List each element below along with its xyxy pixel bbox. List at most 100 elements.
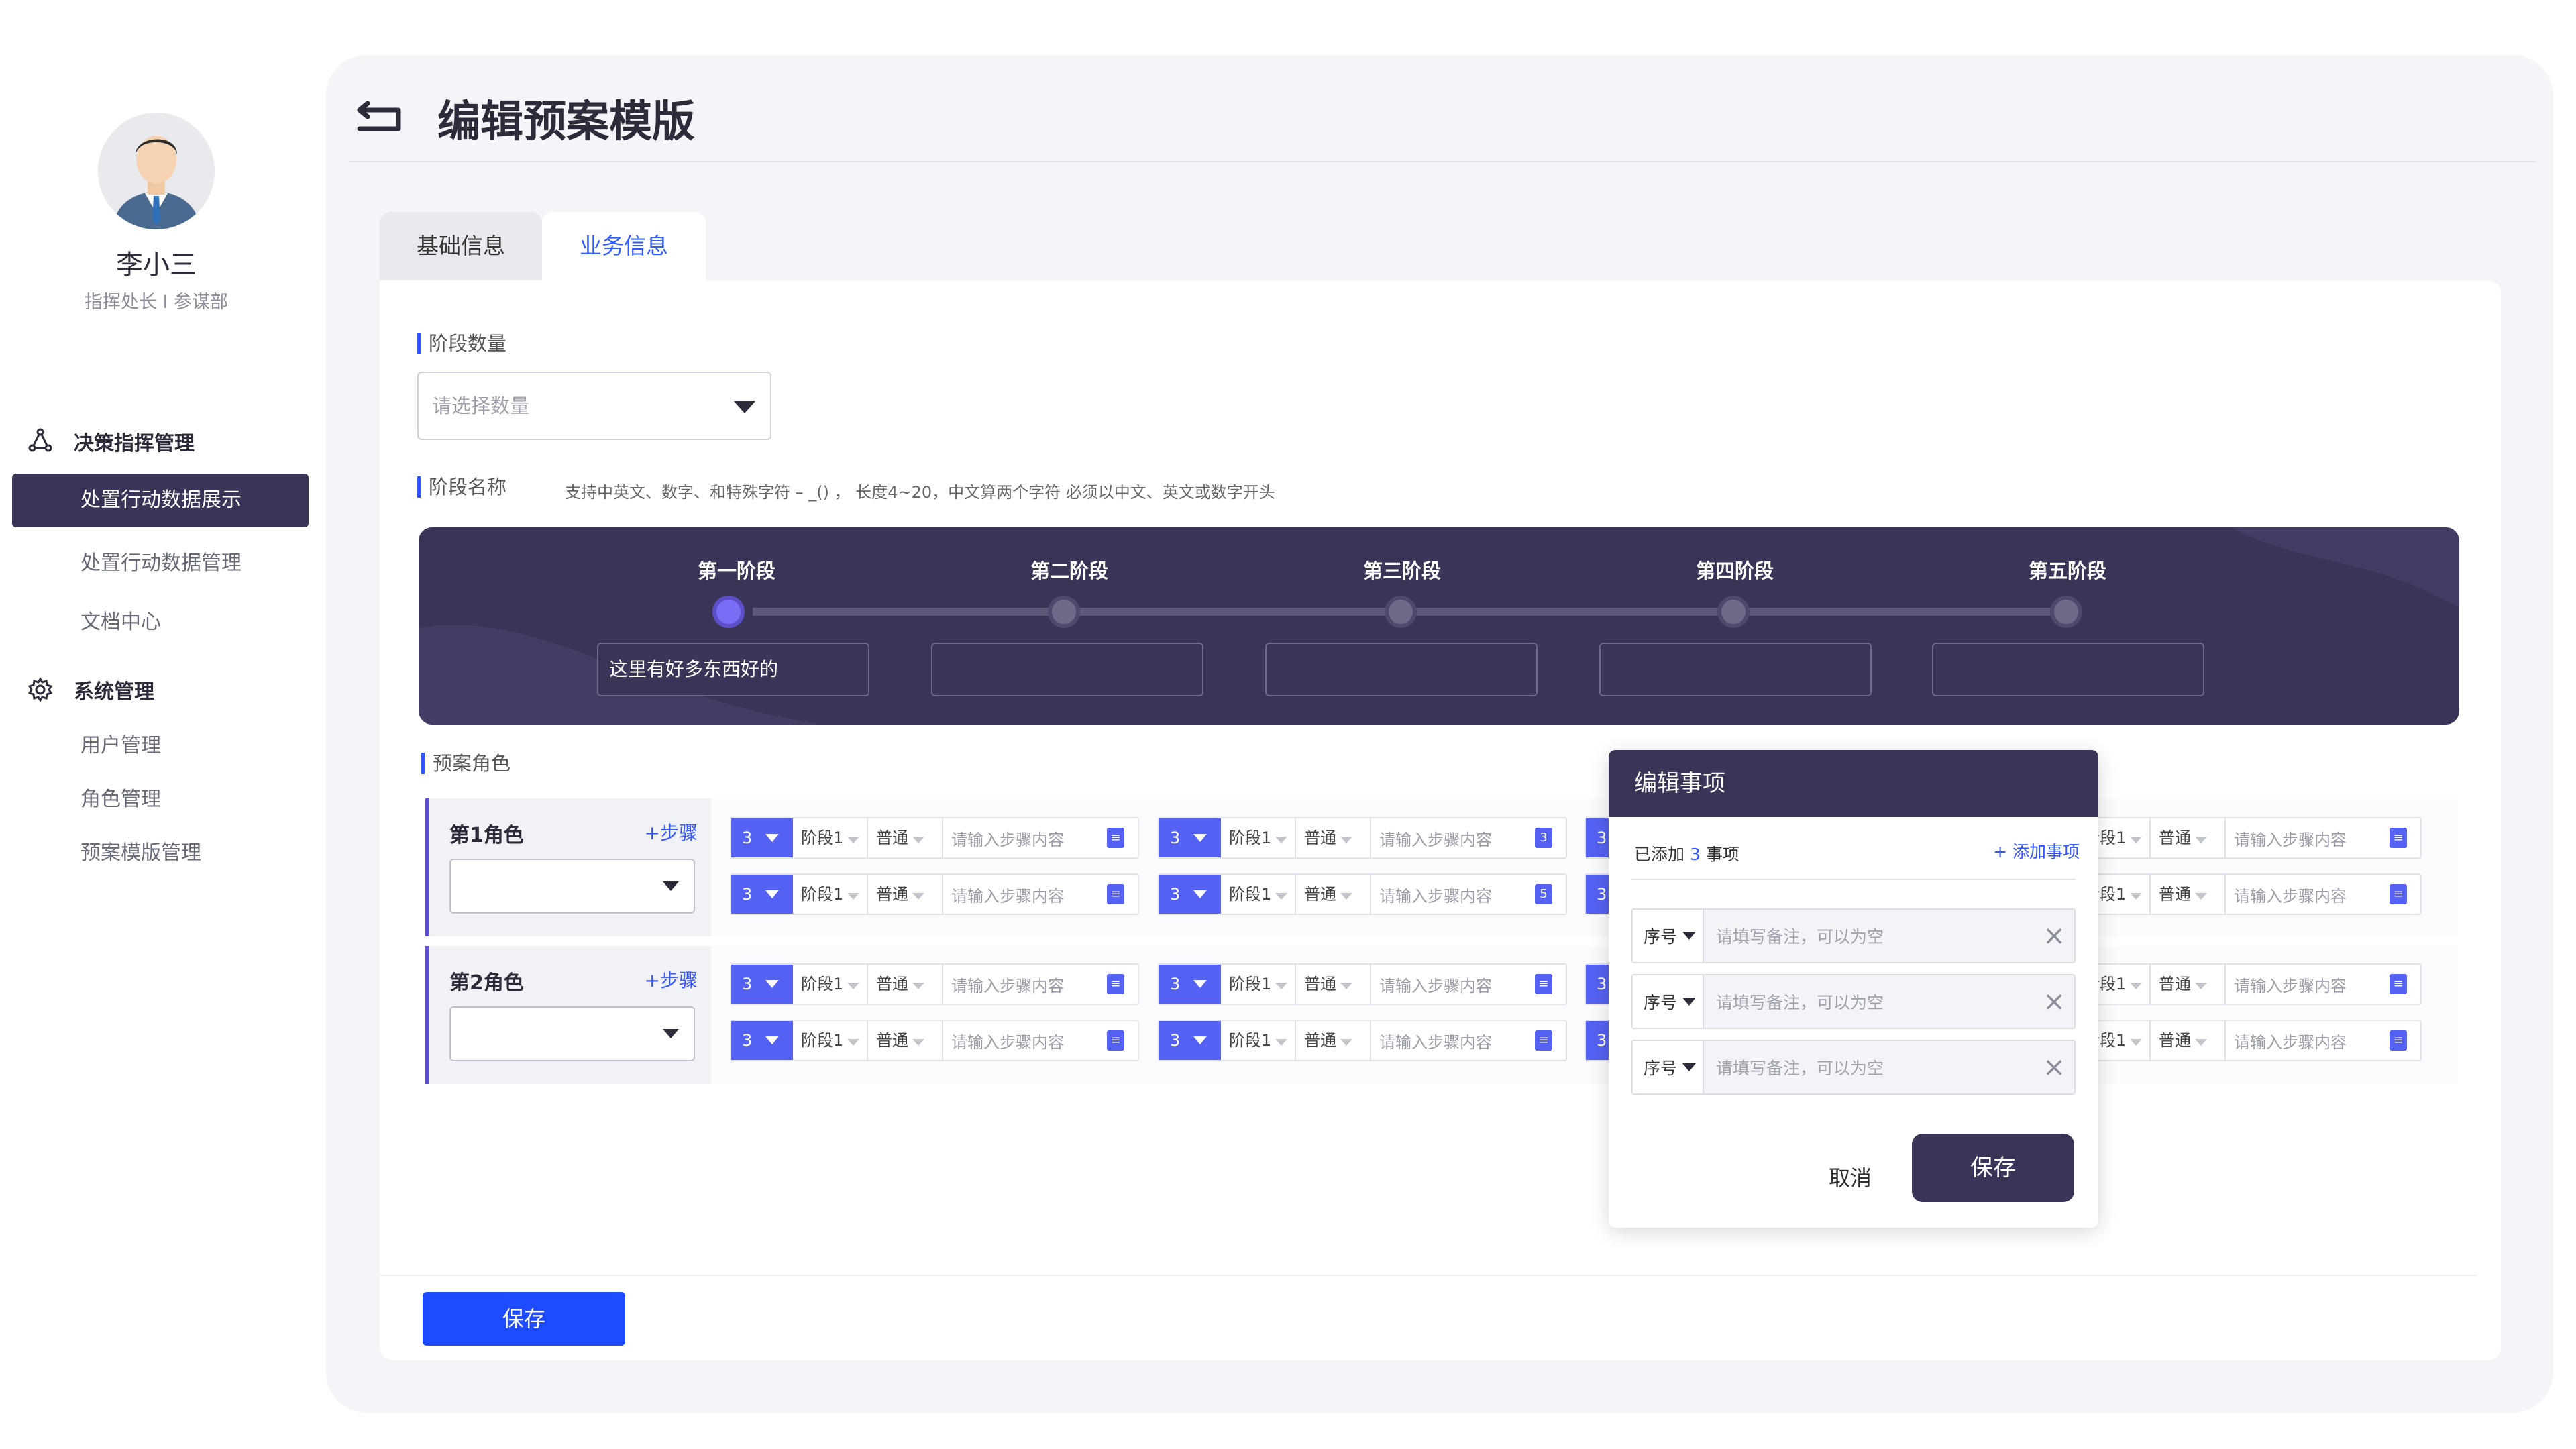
step-stage-select[interactable]: 阶段1 (1221, 875, 1296, 914)
sequence-select[interactable]: 序号 (1633, 975, 1704, 1028)
stage-dot[interactable] (1717, 596, 1750, 628)
nav-item-action-data-display[interactable]: 处置行动数据展示 (12, 474, 309, 527)
nav-item-action-data-manage[interactable]: 处置行动数据管理 (80, 546, 241, 576)
role-select[interactable] (449, 1006, 695, 1061)
document-icon[interactable]: ≡ (2390, 1030, 2407, 1051)
document-icon[interactable]: ≡ (1107, 828, 1124, 848)
step-content-input[interactable]: 请输入步骤内容 (1371, 883, 1535, 906)
document-icon[interactable]: ≡ (2390, 974, 2407, 994)
nav-item-doc-center[interactable]: 文档中心 (80, 605, 161, 635)
step-row[interactable]: 3 阶段1 普通 请输入步骤内容 ≡ (1158, 1020, 1567, 1061)
step-level-select[interactable]: 普通 (1296, 818, 1371, 857)
step-stage-select[interactable]: 阶段1 (793, 818, 868, 857)
tab-basic-info[interactable]: 基础信息 (380, 212, 542, 280)
step-content-input[interactable]: 请输入步骤内容 (943, 883, 1107, 906)
step-content-input[interactable]: 请输入步骤内容 (2226, 973, 2390, 996)
document-icon[interactable]: ≡ (1107, 884, 1124, 904)
stage-dot[interactable] (1385, 596, 1417, 628)
document-icon[interactable]: ≡ (1107, 1030, 1124, 1051)
step-level-select[interactable]: 普通 (868, 818, 943, 857)
step-number-select[interactable]: 3 (1159, 1021, 1221, 1060)
step-content-input[interactable]: 请输入步骤内容 (2226, 826, 2390, 850)
step-level-select[interactable]: 普通 (1296, 965, 1371, 1004)
back-icon[interactable] (354, 98, 405, 138)
step-level-select[interactable]: 普通 (2151, 965, 2226, 1004)
step-row[interactable]: 3 阶段1 普通 请输入步骤内容 3 (1158, 817, 1567, 859)
step-stage-select[interactable]: 阶段1 (793, 1021, 868, 1060)
stage-dot[interactable] (712, 596, 745, 628)
document-icon[interactable]: ≡ (1535, 974, 1552, 994)
stage-name-input[interactable] (1599, 643, 1872, 696)
step-content-input[interactable]: 请输入步骤内容 (943, 826, 1107, 850)
stage-name-input[interactable] (931, 643, 1203, 696)
step-number-select[interactable]: 3 (731, 875, 793, 914)
step-content-input[interactable]: 请输入步骤内容 (1371, 973, 1535, 996)
stage-name-input[interactable] (1265, 643, 1538, 696)
step-number-select[interactable]: 3 (1159, 965, 1221, 1004)
document-icon[interactable]: ≡ (2390, 884, 2407, 904)
add-step-button[interactable]: +步骤 (645, 966, 698, 993)
step-level-select[interactable]: 普通 (868, 965, 943, 1004)
nav-group-system[interactable]: 系统管理 (27, 675, 154, 704)
stage-name-input[interactable]: 这里有好多东西好的 (597, 643, 869, 696)
step-row[interactable]: 3 阶段1 普通 请输入步骤内容 5 (1158, 873, 1567, 915)
step-row[interactable]: 3 阶段1 普通 请输入步骤内容 ≡ (730, 1020, 1139, 1061)
step-level-select[interactable]: 普通 (1296, 1021, 1371, 1060)
document-icon[interactable]: ≡ (1107, 974, 1124, 994)
step-level-select[interactable]: 普通 (2151, 1021, 2226, 1060)
step-content-input[interactable]: 请输入步骤内容 (2226, 1029, 2390, 1053)
close-icon[interactable]: × (2034, 986, 2074, 1017)
step-stage-select[interactable]: 阶段1 (1221, 1021, 1296, 1060)
note-input[interactable]: 请填写备注，可以为空 (1704, 1055, 2034, 1079)
step-level-select[interactable]: 普通 (868, 875, 943, 914)
stage-count-select[interactable]: 请选择数量 (417, 372, 771, 440)
step-number-select[interactable]: 3 (731, 965, 793, 1004)
nav-item-users[interactable]: 用户管理 (80, 729, 161, 758)
step-content-input[interactable]: 请输入步骤内容 (2226, 883, 2390, 906)
step-level-select[interactable]: 普通 (1296, 875, 1371, 914)
step-content-input[interactable]: 请输入步骤内容 (1371, 1029, 1535, 1053)
step-level-select[interactable]: 普通 (2151, 875, 2226, 914)
save-button[interactable]: 保存 (423, 1292, 625, 1346)
step-number-select[interactable]: 3 (731, 1021, 793, 1060)
stage-dot[interactable] (1048, 596, 1080, 628)
step-number-select[interactable]: 3 (731, 818, 793, 857)
step-stage-select[interactable]: 阶段1 (793, 875, 868, 914)
step-number-select[interactable]: 3 (1159, 875, 1221, 914)
modal-save-button[interactable]: 保存 (1912, 1134, 2074, 1202)
note-input[interactable]: 请填写备注，可以为空 (1704, 989, 2034, 1014)
stage-name-input[interactable] (1932, 643, 2204, 696)
step-stage-select[interactable]: 阶段1 (1221, 965, 1296, 1004)
step-stage-select[interactable]: 阶段1 (793, 965, 868, 1004)
step-stage-select[interactable]: 阶段1 (1221, 818, 1296, 857)
step-content-input[interactable]: 请输入步骤内容 (1371, 826, 1535, 850)
document-icon[interactable]: ≡ (2390, 828, 2407, 848)
step-row[interactable]: 3 阶段1 普通 请输入步骤内容 ≡ (730, 873, 1139, 915)
document-count-badge[interactable]: 5 (1535, 884, 1552, 904)
document-count-badge[interactable]: 3 (1535, 828, 1552, 848)
close-icon[interactable]: × (2034, 920, 2074, 951)
role-select[interactable] (449, 859, 695, 914)
step-level-select[interactable]: 普通 (868, 1021, 943, 1060)
close-icon[interactable]: × (2034, 1052, 2074, 1083)
sequence-select[interactable]: 序号 (1633, 910, 1704, 962)
note-input[interactable]: 请填写备注，可以为空 (1704, 924, 2034, 948)
cancel-button[interactable]: 取消 (1810, 1152, 1890, 1203)
document-icon[interactable]: ≡ (1535, 1030, 1552, 1051)
step-level-select[interactable]: 普通 (2151, 818, 2226, 857)
step-row[interactable]: 3 阶段1 普通 请输入步骤内容 ≡ (1158, 963, 1567, 1005)
nav-item-roles[interactable]: 角色管理 (80, 782, 161, 812)
nav-group-decision[interactable]: 决策指挥管理 (27, 427, 195, 456)
step-row[interactable]: 3 阶段1 普通 请输入步骤内容 ≡ (730, 963, 1139, 1005)
add-item-button[interactable]: + 添加事项 (1993, 839, 2080, 863)
sequence-select[interactable]: 序号 (1633, 1041, 1704, 1093)
nav-item-templates[interactable]: 预案模版管理 (80, 836, 201, 865)
add-step-button[interactable]: +步骤 (645, 818, 698, 845)
step-content-input[interactable]: 请输入步骤内容 (943, 973, 1107, 996)
tab-business-info[interactable]: 业务信息 (542, 212, 706, 280)
step-row[interactable]: 3 阶段1 普通 请输入步骤内容 ≡ (730, 817, 1139, 859)
user-role: 指挥处长 I 参谋部 (84, 292, 229, 313)
step-number-select[interactable]: 3 (1159, 818, 1221, 857)
step-content-input[interactable]: 请输入步骤内容 (943, 1029, 1107, 1053)
stage-dot[interactable] (2050, 596, 2082, 628)
